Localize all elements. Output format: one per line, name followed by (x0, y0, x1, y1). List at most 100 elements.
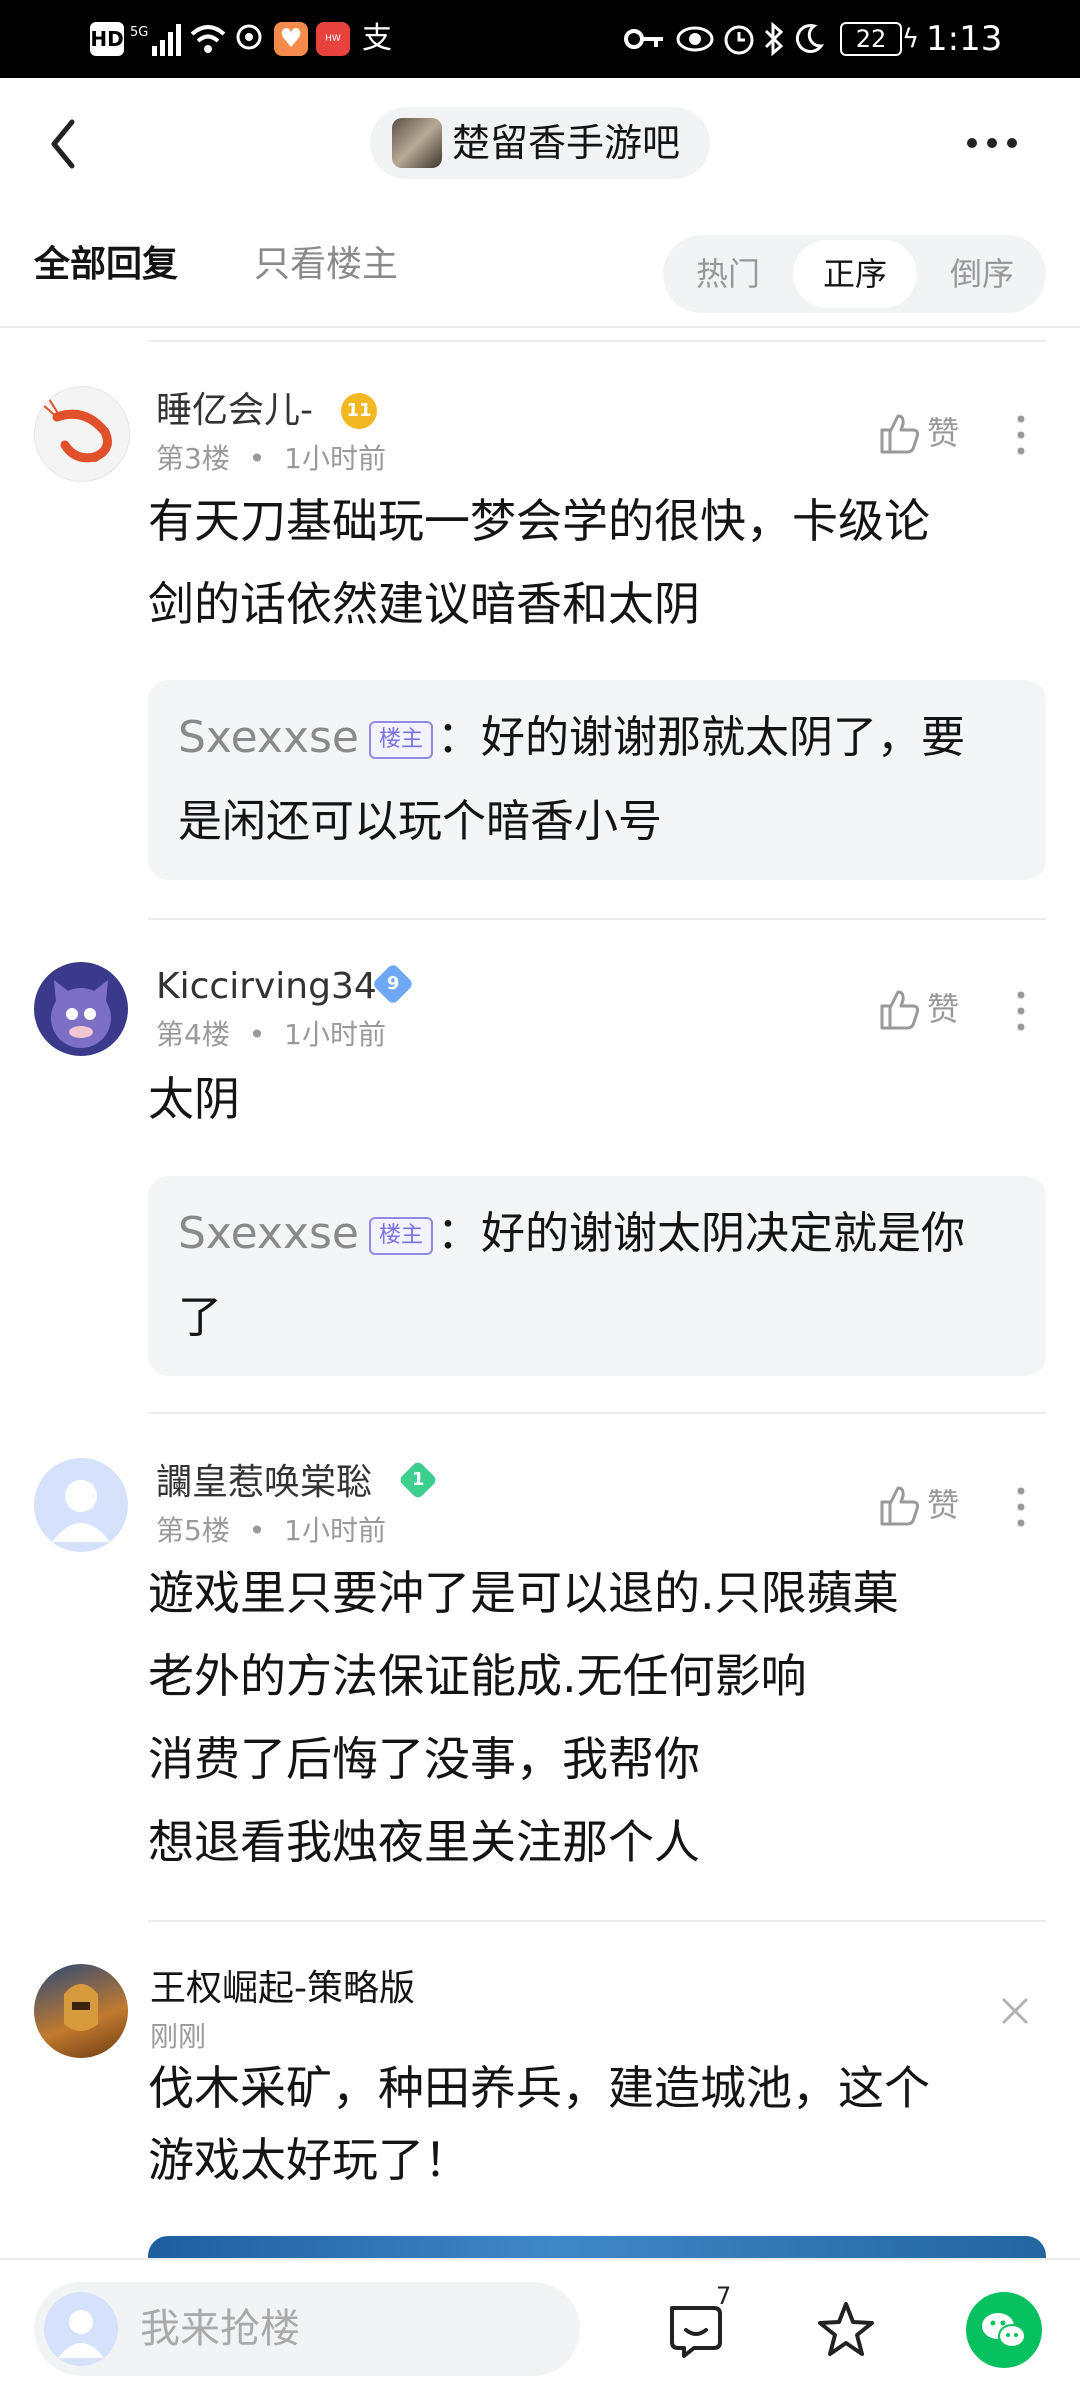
wechat-share-icon (982, 2313, 1026, 2348)
sort-descending[interactable]: 倒序 (922, 235, 1042, 313)
reply-box[interactable]: Sxexxse 楼主 ：好的谢谢那就太阴了，要 是闲还可以玩个暗香小号 (148, 680, 1046, 880)
thumbs-up-icon (880, 414, 920, 454)
forum-title: 楚留香手游吧 (452, 121, 681, 165)
forum-avatar (392, 118, 442, 168)
post-options-button[interactable] (1016, 414, 1026, 460)
more-horizontal-icon (967, 138, 1017, 148)
floor-number: 第4楼 (156, 1018, 230, 1051)
wifi-icon (190, 22, 226, 56)
ad-time: 刚刚 (150, 2020, 207, 2053)
ad-content: 伐木采矿，种田养兵，建造城池，这个 游戏太好玩了！ (148, 2052, 1048, 2196)
like-label: 赞 (927, 1486, 960, 1524)
more-menu-button[interactable] (962, 128, 1022, 158)
meta-separator: • (248, 1018, 266, 1051)
battery-level: 22 (855, 25, 887, 53)
username[interactable]: Kiccirving34 (156, 964, 377, 1010)
post-floor-4: Kiccirving34 9 第4楼 • 1小时前 赞 太阴 Sxexxse 楼主… (0, 928, 1080, 1418)
game-warrior-avatar-icon (64, 1984, 98, 2031)
avatar[interactable] (34, 1458, 128, 1552)
reply-input-placeholder: 我来抢楼 (140, 2306, 300, 2352)
like-button[interactable]: 赞 (878, 1482, 959, 1528)
post-meta: 第5楼 • 1小时前 (156, 1512, 386, 1550)
post-divider (148, 340, 1046, 342)
location-icon (234, 22, 264, 56)
close-icon (1001, 1997, 1029, 2025)
status-bar: HD 5G ♥ HW 支 22 ϟ 1:13 (0, 0, 1080, 78)
key-icon (624, 22, 664, 56)
back-button[interactable] (40, 112, 90, 176)
reply-username[interactable]: Sxexxse (178, 1208, 359, 1259)
username[interactable]: 讕皇惹唤棠聡 (156, 1460, 372, 1506)
ad-line: 伐木采矿，种田养兵，建造城池，这个 (148, 2061, 930, 2115)
star-icon (818, 2302, 874, 2356)
favorite-button[interactable] (814, 2298, 878, 2362)
post-line: 老外的方法保证能成.无任何影响 (148, 1649, 807, 1703)
thumbs-up-icon (880, 1486, 920, 1526)
ad-image[interactable] (148, 2236, 1046, 2260)
post-floor-3: 睡亿会儿- 11 第3楼 • 1小时前 赞 有天刀基础玩一梦会学的很快，卡级论 … (0, 350, 1080, 920)
post-divider (148, 1412, 1046, 1414)
level-badge: 9 (371, 962, 415, 1006)
post-line: 剑的话依然建议暗香和太阴 (148, 577, 700, 631)
tab-owner-only[interactable]: 只看楼主 (254, 240, 398, 290)
post-time: 1小时前 (284, 442, 386, 475)
reply-username[interactable]: Sxexxse (178, 712, 359, 763)
post-time: 1小时前 (284, 1018, 386, 1051)
like-button[interactable]: 赞 (878, 410, 959, 456)
default-user-avatar-icon (52, 1480, 110, 1542)
post-content: 有天刀基础玩一梦会学的很快，卡级论 剑的话依然建议暗香和太阴 (148, 480, 1048, 646)
avatar[interactable] (34, 962, 128, 1056)
post-line: 消费了后悔了没事，我帮你 (148, 1732, 700, 1786)
avatar[interactable] (34, 386, 130, 482)
health-app-icon: ♥ (274, 22, 308, 56)
post-content: 遊戏里只要沖了是可以退的.只限蘋菓 老外的方法保证能成.无任何影响 消费了后悔了… (148, 1552, 1048, 1884)
more-vertical-icon (1017, 1487, 1025, 1527)
thumbs-up-icon (880, 990, 920, 1030)
sort-ascending[interactable]: 正序 (795, 235, 915, 313)
bluetooth-icon (762, 21, 786, 57)
tab-all-replies[interactable]: 全部回复 (34, 240, 178, 290)
avatar (34, 1964, 128, 2058)
post-content: 太阴 (148, 1058, 1048, 1141)
reply-text-line2: 了 (178, 1292, 222, 1343)
cartoon-cat-avatar-icon (51, 980, 111, 1048)
post-floor-5: 讕皇惹唤棠聡 1 第5楼 • 1小时前 赞 遊戏里只要沖了是可以退的.只限蘋菓 … (0, 1422, 1080, 1922)
ad-close-button[interactable] (998, 1994, 1032, 2028)
like-label: 赞 (927, 414, 960, 452)
wechat-share-button[interactable] (966, 2292, 1042, 2368)
level-number: 9 (386, 973, 400, 994)
reply-text-line1: 好的谢谢太阴决定就是你 (481, 1208, 965, 1259)
like-button[interactable]: 赞 (878, 986, 959, 1032)
battery-icon: 22 (840, 22, 902, 56)
header-divider (0, 326, 1080, 328)
charging-icon: ϟ (902, 24, 920, 54)
sort-hot[interactable]: 热门 (668, 235, 788, 313)
post-divider (148, 1920, 1046, 1922)
level-number: 1 (411, 1469, 425, 1490)
reply-content: Sxexxse 楼主 ：好的谢谢太阴决定就是你 了 (148, 1176, 1046, 1360)
like-label: 赞 (927, 990, 960, 1028)
meta-separator: • (248, 1514, 266, 1547)
meta-separator: • (248, 442, 266, 475)
reply-content: Sxexxse 楼主 ：好的谢谢那就太阴了，要 是闲还可以玩个暗香小号 (148, 680, 1046, 864)
more-vertical-icon (1017, 415, 1025, 455)
reply-colon: ： (437, 1208, 481, 1259)
post-options-button[interactable] (1016, 1486, 1026, 1532)
comments-button[interactable]: 7 (664, 2282, 731, 2362)
sponsored-post[interactable]: 王权崛起-策略版 刚刚 伐木采矿，种田养兵，建造城池，这个 游戏太好玩了！ (0, 1930, 1080, 2260)
chevron-left-icon (51, 119, 75, 169)
svg-text:5G: 5G (130, 25, 148, 40)
reply-box[interactable]: Sxexxse 楼主 ：好的谢谢太阴决定就是你 了 (148, 1176, 1046, 1376)
alipay-icon: 支 (362, 21, 392, 56)
status-time: 1:13 (926, 19, 1003, 59)
post-meta: 第3楼 • 1小时前 (156, 440, 386, 478)
post-line: 有天刀基础玩一梦会学的很快，卡级论 (148, 494, 930, 548)
reply-colon: ： (437, 712, 481, 763)
floor-number: 第3楼 (156, 442, 230, 475)
post-options-button[interactable] (1016, 990, 1026, 1036)
huawei-app-icon: HW (316, 22, 350, 56)
ad-line: 游戏太好玩了！ (148, 2133, 470, 2187)
ad-name: 王权崛起-策略版 (150, 1968, 415, 2009)
username[interactable]: 睡亿会儿- (156, 388, 313, 434)
my-avatar (44, 2292, 118, 2366)
